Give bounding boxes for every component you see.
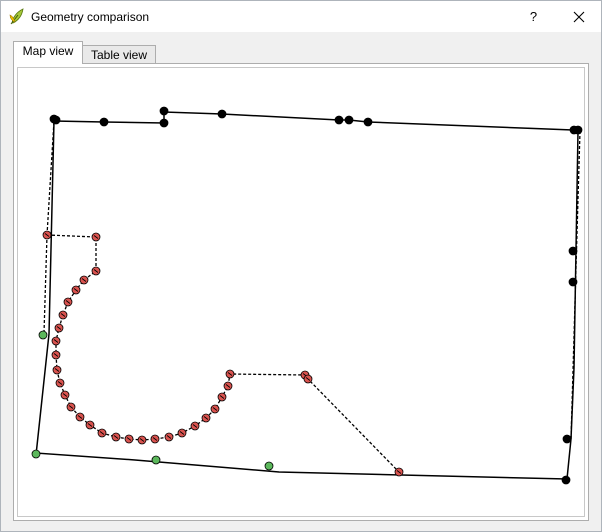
title-bar[interactable]: Geometry comparison ? [1, 1, 601, 32]
common-vertex [344, 115, 354, 125]
common-vertex [573, 125, 583, 135]
connector-line [43, 234, 48, 334]
common-vertices [49, 106, 583, 485]
question-icon: ? [529, 9, 538, 24]
original-outline [35, 111, 579, 480]
qgis-leaf-icon [9, 8, 24, 25]
common-vertex [568, 277, 578, 287]
map-canvas[interactable] [17, 67, 585, 517]
help-button[interactable]: ? [511, 1, 556, 32]
added-vertex [38, 330, 48, 340]
common-vertex [159, 106, 169, 116]
tab-map-view[interactable]: Map view [13, 41, 83, 64]
window-title: Geometry comparison [31, 10, 150, 24]
added-vertex [31, 449, 41, 459]
common-vertex [562, 434, 572, 444]
dialog-window: Geometry comparison ? Map view Table vie… [0, 0, 602, 532]
common-vertex [99, 117, 109, 127]
common-vertex [363, 117, 373, 127]
common-vertex [334, 115, 344, 125]
close-icon [573, 11, 584, 22]
close-button[interactable] [556, 1, 601, 32]
common-vertex [217, 109, 227, 119]
common-vertex [561, 475, 571, 485]
added-vertex [151, 455, 161, 465]
tab-map-view-label: Map view [22, 44, 74, 58]
removed-vertices [42, 230, 404, 477]
common-vertex [568, 246, 578, 256]
tab-table-view[interactable]: Table view [82, 45, 156, 65]
added-vertex [264, 461, 274, 471]
common-vertex [159, 118, 169, 128]
common-vertex [51, 115, 61, 125]
map-view-panel [13, 63, 589, 521]
geometry-map[interactable] [18, 68, 584, 516]
tab-table-view-label: Table view [90, 48, 148, 62]
